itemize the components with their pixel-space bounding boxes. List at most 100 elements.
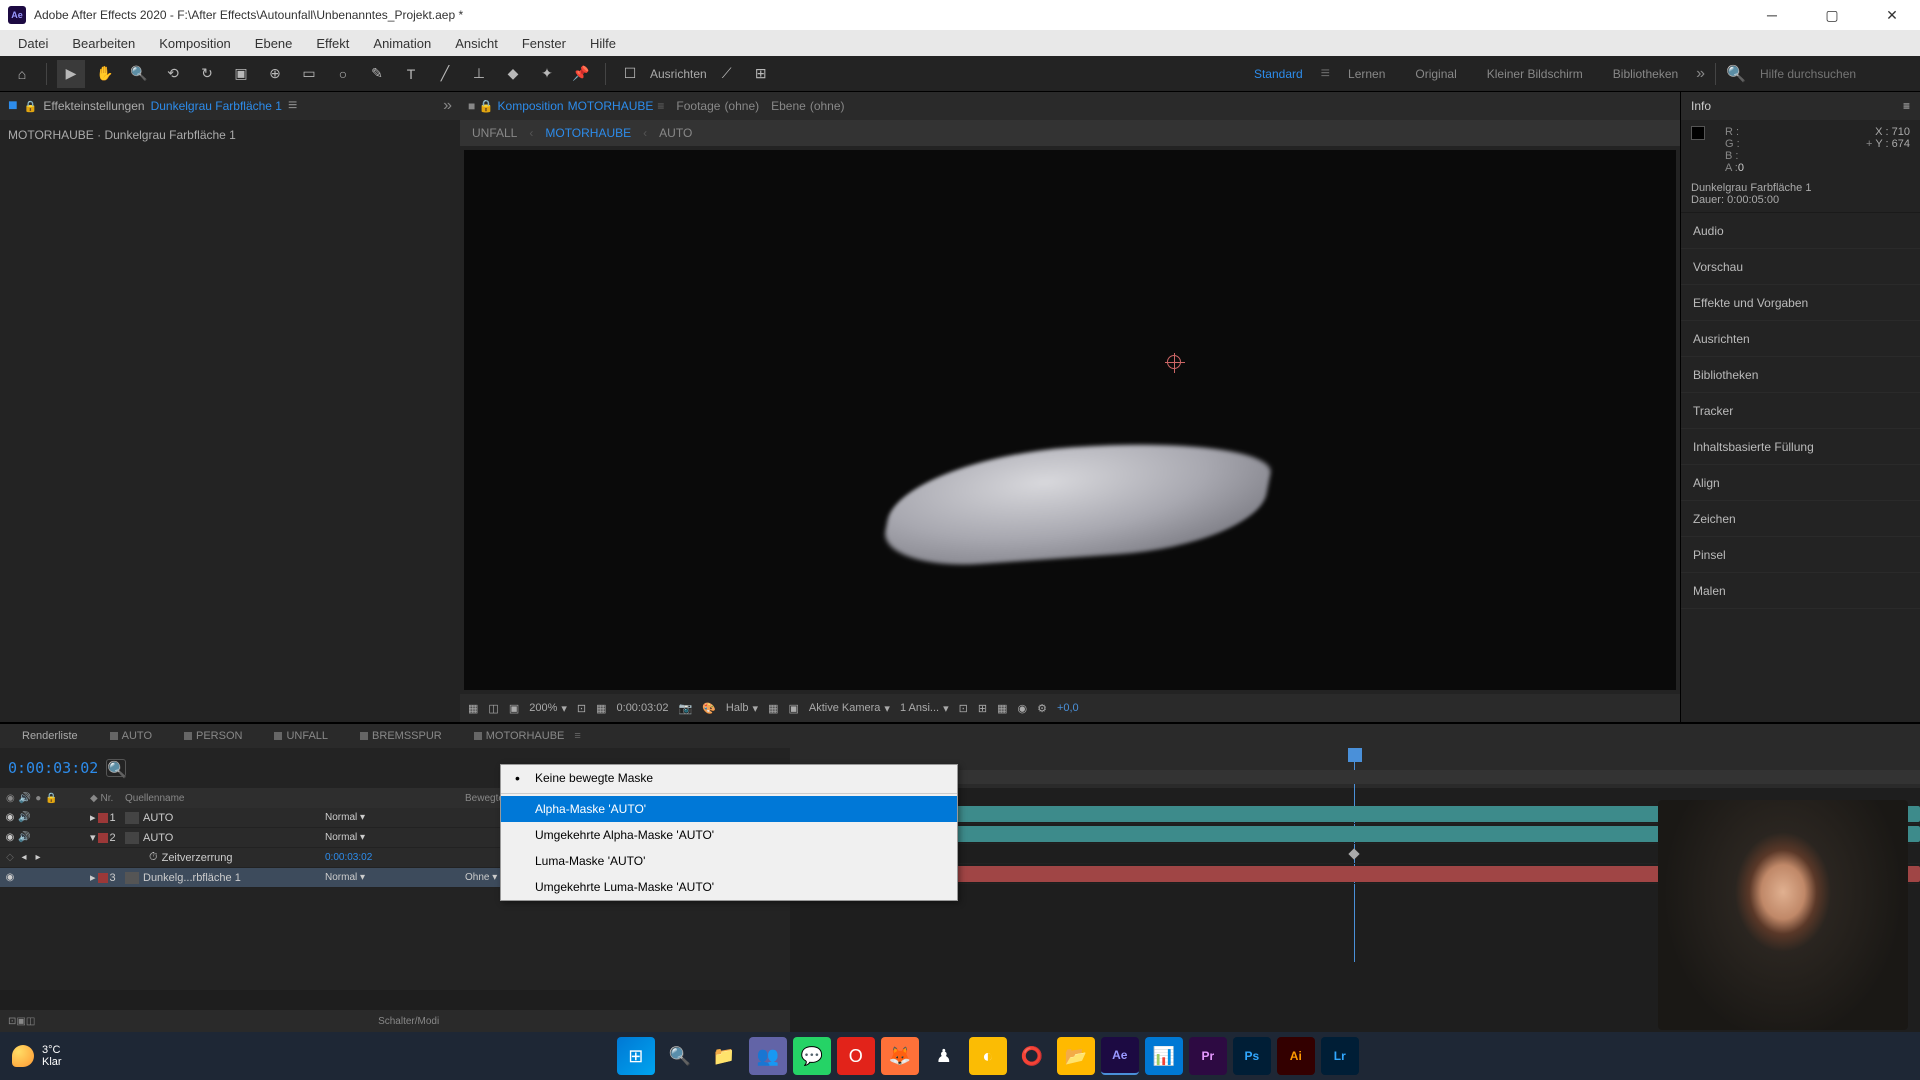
accordion-inhaltsbasierte[interactable]: Inhaltsbasierte Füllung xyxy=(1681,429,1920,465)
menu-effekt[interactable]: Effekt xyxy=(306,32,359,55)
alpha-btn[interactable]: ▦ xyxy=(468,702,478,715)
comp-tab-komposition[interactable]: ■ 🔒 Komposition MOTORHAUBE ≡ xyxy=(468,99,664,113)
grid-btn[interactable]: ▦ xyxy=(596,702,606,715)
workspace-lernen[interactable]: Lernen xyxy=(1336,63,1397,85)
breadcrumb-motorhaube[interactable]: MOTORHAUBE xyxy=(545,126,631,140)
menu-fenster[interactable]: Fenster xyxy=(512,32,576,55)
res-btn[interactable]: ◫ xyxy=(488,702,498,715)
timeline-footer-icon1[interactable]: ⊡ xyxy=(8,1016,16,1027)
lock-col-icon[interactable]: 🔒 xyxy=(45,793,57,804)
layer3-color-swatch[interactable] xyxy=(98,873,108,883)
taskbar-teams-icon[interactable]: 👥 xyxy=(749,1037,787,1075)
breadcrumb-auto[interactable]: AUTO xyxy=(659,126,692,140)
accordion-align[interactable]: Align xyxy=(1681,465,1920,501)
home-button[interactable]: ⌂ xyxy=(8,60,36,88)
channel-btn[interactable]: 🎨 xyxy=(702,702,716,715)
taskbar-folder-icon[interactable]: 📂 xyxy=(1057,1037,1095,1075)
transparency-btn[interactable]: ▦ xyxy=(768,702,778,715)
taskbar-app1-icon[interactable]: ♟ xyxy=(925,1037,963,1075)
taskbar-search-icon[interactable]: 🔍 xyxy=(661,1037,699,1075)
help-search-input[interactable] xyxy=(1752,63,1912,85)
accordion-bibliotheken[interactable]: Bibliotheken xyxy=(1681,357,1920,393)
snap-checkbox[interactable]: ☐ xyxy=(616,60,644,88)
taskbar-app2-icon[interactable]: ◐ xyxy=(969,1037,1007,1075)
shape-rect-tool[interactable]: ▭ xyxy=(295,60,323,88)
taskbar-whatsapp-icon[interactable]: 💬 xyxy=(793,1037,831,1075)
layer2-color-swatch[interactable] xyxy=(98,833,108,843)
timeline-tab-bremsspur[interactable]: BREMSSPUR xyxy=(346,726,456,746)
dropdown-item-alpha-inv[interactable]: Umgekehrte Alpha-Maske 'AUTO' xyxy=(501,822,957,848)
minimize-button[interactable]: ─ xyxy=(1752,0,1792,30)
rotate-tool[interactable]: ↻ xyxy=(193,60,221,88)
taskbar-pr-icon[interactable]: Pr xyxy=(1189,1037,1227,1075)
playhead-icon[interactable] xyxy=(1348,748,1362,762)
camera-tool[interactable]: ▣ xyxy=(227,60,255,88)
vc-icon1[interactable]: ⊡ xyxy=(959,702,968,715)
layer1-mode[interactable]: Normal xyxy=(325,812,357,823)
taskbar-firefox-icon[interactable]: 🦊 xyxy=(881,1037,919,1075)
taskbar-lr-icon[interactable]: Lr xyxy=(1321,1037,1359,1075)
keyframe-icon[interactable] xyxy=(1348,848,1359,859)
accordion-audio[interactable]: Audio xyxy=(1681,213,1920,249)
layer2-name[interactable]: AUTO xyxy=(143,832,173,844)
prop-name[interactable]: Zeitverzerrung xyxy=(162,852,233,864)
layer2-audio-icon[interactable]: 🔊 xyxy=(18,832,30,844)
maximize-button[interactable]: ▢ xyxy=(1812,0,1852,30)
workspace-bibliotheken[interactable]: Bibliotheken xyxy=(1601,63,1690,85)
type-tool[interactable]: T xyxy=(397,60,425,88)
hand-tool[interactable]: ✋ xyxy=(91,60,119,88)
roto-tool[interactable]: ✦ xyxy=(533,60,561,88)
accordion-pinsel[interactable]: Pinsel xyxy=(1681,537,1920,573)
audio-col-icon[interactable]: 🔊 xyxy=(19,793,31,804)
taskbar-ae-icon[interactable]: Ae xyxy=(1101,1037,1139,1075)
label-col-icon[interactable]: ◆ xyxy=(90,793,98,804)
accordion-ausrichten[interactable]: Ausrichten xyxy=(1681,321,1920,357)
menu-bearbeiten[interactable]: Bearbeiten xyxy=(62,32,145,55)
layer1-name[interactable]: AUTO xyxy=(143,812,173,824)
layer3-trkmat[interactable]: Ohne xyxy=(465,872,489,883)
taskbar-explorer-icon[interactable]: 📁 xyxy=(705,1037,743,1075)
breadcrumb-unfall[interactable]: UNFALL xyxy=(472,126,517,140)
comp-tab-ebene[interactable]: Ebene (ohne) xyxy=(771,99,844,113)
timeline-footer-icon2[interactable]: ▣ xyxy=(16,1016,25,1027)
eye-col-icon[interactable]: ◉ xyxy=(6,793,15,804)
layer1-eye-icon[interactable]: ◉ xyxy=(4,812,16,824)
clone-tool[interactable]: ⊥ xyxy=(465,60,493,88)
source-col[interactable]: Quellenname xyxy=(125,793,325,804)
selection-tool[interactable]: ▶ xyxy=(57,60,85,88)
brush-tool[interactable]: ╱ xyxy=(431,60,459,88)
viewer-timecode[interactable]: 0:00:03:02 xyxy=(617,702,669,714)
composition-viewer[interactable] xyxy=(464,150,1676,690)
stopwatch-icon[interactable]: ⏱ xyxy=(149,851,158,864)
taskbar-obs-icon[interactable]: ⭕ xyxy=(1013,1037,1051,1075)
timeline-search[interactable]: 🔍 xyxy=(106,759,126,777)
accordion-tracker[interactable]: Tracker xyxy=(1681,393,1920,429)
taskbar-app3-icon[interactable]: 📊 xyxy=(1145,1037,1183,1075)
camera-dropdown[interactable]: Aktive Kamera ▾ xyxy=(809,702,890,715)
menu-datei[interactable]: Datei xyxy=(8,32,58,55)
accordion-malen[interactable]: Malen xyxy=(1681,573,1920,609)
workspace-original[interactable]: Original xyxy=(1403,63,1468,85)
eraser-tool[interactable]: ◆ xyxy=(499,60,527,88)
layer3-eye-icon[interactable]: ◉ xyxy=(4,872,16,884)
accordion-vorschau[interactable]: Vorschau xyxy=(1681,249,1920,285)
comp-tab-footage[interactable]: Footage (ohne) xyxy=(676,99,759,113)
accordion-effekte[interactable]: Effekte und Vorgaben xyxy=(1681,285,1920,321)
panbehind-tool[interactable]: ⊕ xyxy=(261,60,289,88)
snap-grid-icon[interactable]: ⊞ xyxy=(747,60,775,88)
dropdown-item-luma[interactable]: Luma-Maske 'AUTO' xyxy=(501,848,957,874)
orbit-tool[interactable]: ⟲ xyxy=(159,60,187,88)
layer3-mode[interactable]: Normal xyxy=(325,872,357,883)
workspace-standard[interactable]: Standard xyxy=(1242,63,1315,85)
dropdown-item-none[interactable]: •Keine bewegte Maske xyxy=(501,765,957,791)
vc-icon2[interactable]: ⊞ xyxy=(978,702,987,715)
effects-tab-label[interactable]: Effekteinstellungen xyxy=(43,99,144,113)
resolution-dropdown[interactable]: Halb ▾ xyxy=(726,702,758,715)
workspace-kleiner[interactable]: Kleiner Bildschirm xyxy=(1475,63,1595,85)
vc-icon4[interactable]: ◉ xyxy=(1017,702,1027,715)
work-area-bar[interactable] xyxy=(790,770,1920,784)
roi-btn[interactable]: ⊡ xyxy=(577,702,586,715)
weather-icon[interactable] xyxy=(12,1045,34,1067)
menu-komposition[interactable]: Komposition xyxy=(149,32,241,55)
snap-option-icon[interactable]: ⟋ xyxy=(713,60,741,88)
